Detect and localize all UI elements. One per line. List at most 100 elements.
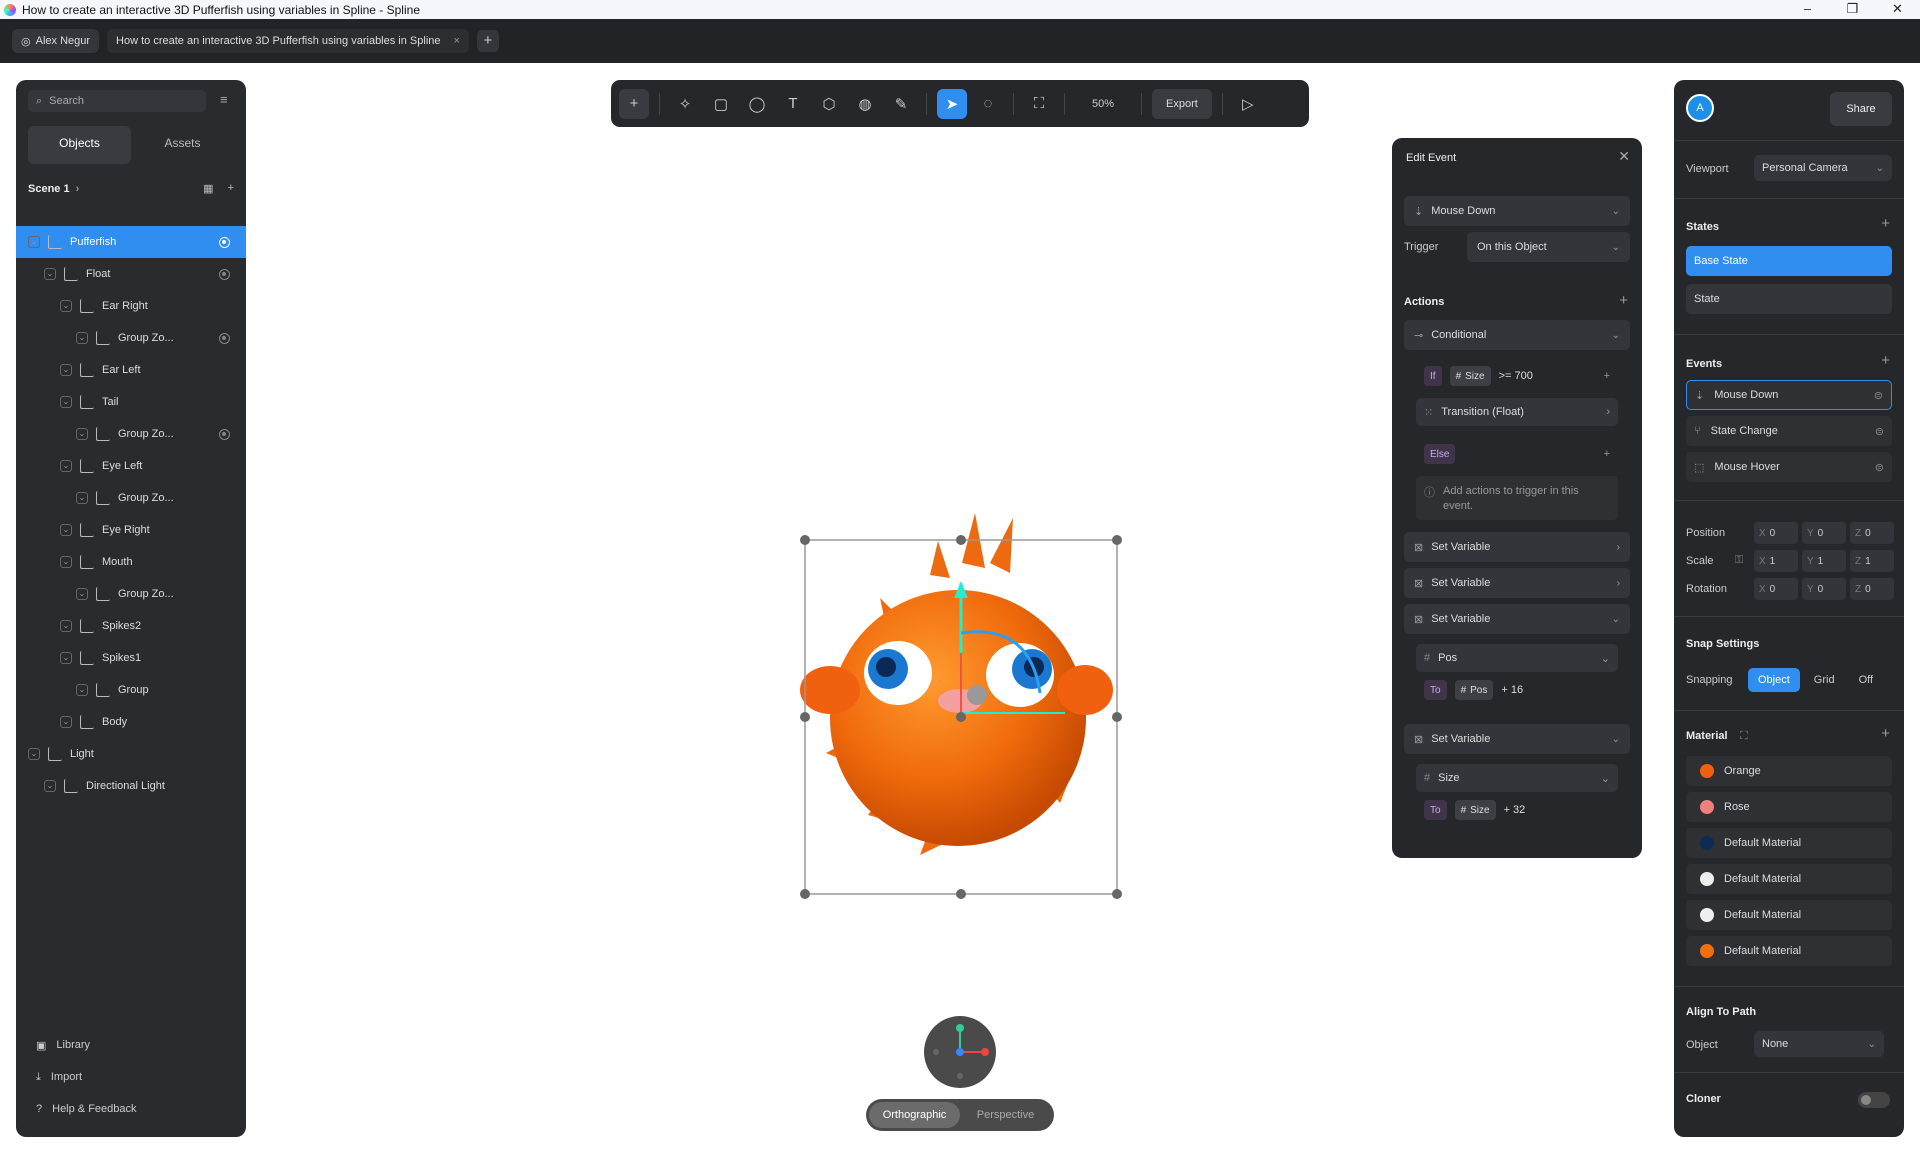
pos-variable-pill[interactable]: # Pos xyxy=(1454,680,1494,700)
search-input[interactable]: ⌕ Search xyxy=(28,90,206,112)
state-base[interactable]: Base State xyxy=(1686,246,1892,276)
tab-objects[interactable]: Objects xyxy=(28,126,131,164)
chevron-icon[interactable]: ⌄ xyxy=(44,268,56,280)
chevron-icon[interactable]: ⌄ xyxy=(60,460,72,472)
orthographic-option[interactable]: Orthographic xyxy=(869,1102,960,1128)
chevron-icon[interactable]: ⌄ xyxy=(60,620,72,632)
position-y[interactable]: Y0 xyxy=(1802,522,1846,544)
material-item[interactable]: Default Material xyxy=(1686,864,1892,894)
set-variable-action-2[interactable]: ⊠ Set Variable › xyxy=(1404,568,1630,598)
export-button[interactable]: Export xyxy=(1152,88,1212,119)
new-tab-button[interactable]: + xyxy=(476,30,499,52)
scale-y[interactable]: Y1 xyxy=(1802,550,1846,572)
library-link[interactable]: ▣ Library xyxy=(36,1029,236,1061)
tree-item[interactable]: ⌄ Group Zo... xyxy=(16,322,246,354)
close-tab-icon[interactable]: × xyxy=(454,35,460,47)
tree-item[interactable]: ⌄ Body xyxy=(16,706,246,738)
rotation-y[interactable]: Y0 xyxy=(1802,578,1846,600)
view-axis-gizmo[interactable] xyxy=(924,1016,996,1088)
chevron-icon[interactable]: ⌄ xyxy=(60,364,72,376)
ai-icon[interactable]: ✧ xyxy=(670,89,700,119)
variable-select-size[interactable]: # Size ⌄ xyxy=(1416,764,1618,792)
pufferfish-model[interactable] xyxy=(800,513,1113,855)
rotation-z[interactable]: Z0 xyxy=(1850,578,1894,600)
material-item[interactable]: Default Material xyxy=(1686,828,1892,858)
tree-item[interactable]: ⌄ Float xyxy=(16,258,246,290)
tree-item[interactable]: ⌄ Eye Left xyxy=(16,450,246,482)
expand-material-icon[interactable]: ⛶ xyxy=(1740,730,1748,743)
material-item[interactable]: Rose xyxy=(1686,792,1892,822)
position-z[interactable]: Z0 xyxy=(1850,522,1894,544)
close-window-icon[interactable]: ✕ xyxy=(1875,0,1920,19)
share-button[interactable]: Share xyxy=(1830,92,1892,126)
chevron-icon[interactable]: ⌄ xyxy=(60,396,72,408)
chevron-icon[interactable]: ⌄ xyxy=(60,652,72,664)
sphere-icon[interactable]: ◍ xyxy=(850,89,880,119)
event-state-change[interactable]: ⑂ State Change ⊜ xyxy=(1686,416,1892,446)
scene-header[interactable]: Scene 1 › ▦ + xyxy=(28,182,234,195)
scale-z[interactable]: Z1 xyxy=(1850,550,1894,572)
align-object-select[interactable]: None ⌄ xyxy=(1754,1031,1884,1057)
add-button[interactable]: + xyxy=(619,88,649,119)
variable-select-pos[interactable]: # Pos ⌄ xyxy=(1416,644,1618,672)
tree-item[interactable]: ⌄ Mouth xyxy=(16,546,246,578)
user-chip[interactable]: ◎ Alex Negur xyxy=(12,29,100,53)
chevron-icon[interactable]: ⌄ xyxy=(60,716,72,728)
chevron-icon[interactable]: ⌄ xyxy=(76,492,88,504)
event-toggle-icon[interactable]: ⊜ xyxy=(1875,425,1884,438)
viewport-select[interactable]: Personal Camera ⌄ xyxy=(1754,155,1892,181)
avatar[interactable]: A xyxy=(1686,94,1714,122)
chevron-icon[interactable]: ⌄ xyxy=(76,588,88,600)
chevron-icon[interactable]: ⌄ xyxy=(76,428,88,440)
play-icon[interactable]: ▷ xyxy=(1233,89,1263,119)
state-item[interactable]: State xyxy=(1686,284,1892,314)
rectangle-icon[interactable]: ▢ xyxy=(706,89,736,119)
chevron-icon[interactable]: ⌄ xyxy=(76,332,88,344)
visibility-icon[interactable] xyxy=(219,332,230,344)
tree-item[interactable]: ⌄ Spikes1 xyxy=(16,642,246,674)
add-material-icon[interactable]: + xyxy=(1881,725,1890,742)
pen-icon[interactable]: ✎ xyxy=(886,89,916,119)
set-variable-action-4[interactable]: ⊠ Set Variable ⌄ xyxy=(1404,724,1630,754)
chevron-icon[interactable]: ⌄ xyxy=(60,556,72,568)
snap-object[interactable]: Object xyxy=(1748,668,1800,692)
frame-icon[interactable]: ⛶ xyxy=(1024,89,1054,119)
chevron-icon[interactable]: ⌄ xyxy=(28,236,40,248)
trigger-select[interactable]: On this Object ⌄ xyxy=(1467,232,1630,262)
event-toggle-icon[interactable]: ⊜ xyxy=(1874,389,1883,402)
comment-icon[interactable]: ◌ xyxy=(973,89,1003,119)
event-mouse-hover[interactable]: ⬚ Mouse Hover ⊜ xyxy=(1686,452,1892,482)
tree-item[interactable]: ⌄ Pufferfish xyxy=(16,226,246,258)
pos-expression[interactable]: + 16 xyxy=(1501,684,1523,696)
event-mouse-down[interactable]: ⇣ Mouse Down ⊜ xyxy=(1686,380,1892,410)
text-icon[interactable]: T xyxy=(778,89,808,119)
menu-icon[interactable]: ≡ xyxy=(220,93,234,106)
tree-item[interactable]: ⌄ Ear Left xyxy=(16,354,246,386)
if-operator[interactable]: >= 700 xyxy=(1499,370,1533,382)
material-item[interactable]: Default Material xyxy=(1686,936,1892,966)
add-action-icon[interactable]: + xyxy=(1619,292,1628,309)
chevron-icon[interactable]: ⌄ xyxy=(44,780,56,792)
scale-x[interactable]: X1 xyxy=(1754,550,1798,572)
chevron-icon[interactable]: ⌄ xyxy=(60,524,72,536)
cube-icon[interactable]: ⬡ xyxy=(814,89,844,119)
minimize-icon[interactable]: – xyxy=(1785,0,1830,19)
tree-item[interactable]: ⌄ Group Zo... xyxy=(16,482,246,514)
set-variable-action-3[interactable]: ⊠ Set Variable ⌄ xyxy=(1404,604,1630,634)
size-variable-pill[interactable]: # Size xyxy=(1454,800,1496,820)
if-variable-pill[interactable]: # Size xyxy=(1449,366,1491,386)
visibility-icon[interactable] xyxy=(219,236,230,248)
tree-item[interactable]: ⌄ Group Zo... xyxy=(16,418,246,450)
tab-assets[interactable]: Assets xyxy=(131,126,234,164)
add-event-icon[interactable]: + xyxy=(1881,352,1890,369)
add-else-icon[interactable]: + xyxy=(1604,448,1610,460)
add-object-icon[interactable]: + xyxy=(228,182,234,195)
help-link[interactable]: ? Help & Feedback xyxy=(36,1093,236,1125)
maximize-icon[interactable]: ❐ xyxy=(1830,0,1875,19)
zoom-level[interactable]: 50% xyxy=(1075,98,1131,110)
material-item[interactable]: Default Material xyxy=(1686,900,1892,930)
set-variable-action-1[interactable]: ⊠ Set Variable › xyxy=(1404,532,1630,562)
material-item[interactable]: Orange xyxy=(1686,756,1892,786)
add-state-icon[interactable]: + xyxy=(1881,215,1890,232)
chevron-icon[interactable]: ⌄ xyxy=(60,300,72,312)
